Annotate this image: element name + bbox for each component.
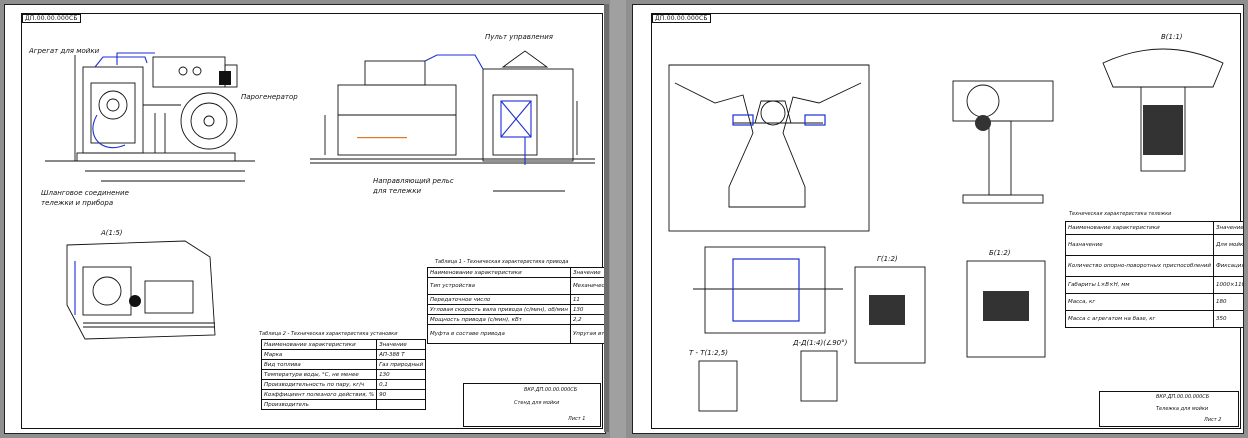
unit-spec-table: Наименование характеристики Значение Марк… xyxy=(260,339,427,410)
title-block-code: ВКР.ДП.00.00.000СБ xyxy=(1156,394,1210,400)
table-cell: Для мойки двигателей ЯМЗ-236 xyxy=(1212,234,1243,256)
table-cell: Коэффициент полезного действия, % xyxy=(260,389,378,400)
table-cell: Передаточное число xyxy=(427,294,571,305)
table-cell: Производительность по пару, кг/ч xyxy=(260,379,378,390)
table1-caption: Таблица 1 - Техническая характеристика п… xyxy=(435,259,569,265)
table-cell: Муфта в составе привода xyxy=(427,324,571,344)
left-window: ДП.00.00.000СБ Агрегат для мойки Пароген… xyxy=(0,0,610,438)
table-cell: Угловая скорость вала привода (с/мин), о… xyxy=(427,304,571,315)
table-cell: Фиксация 4 шт. xyxy=(1212,255,1243,277)
table-header: Значение xyxy=(569,267,605,278)
table-cell: 11 xyxy=(569,294,605,305)
table-cell: 180 xyxy=(1212,293,1243,311)
table-cell: Производитель xyxy=(260,399,378,410)
callout-rail-2: для тележки xyxy=(373,187,421,195)
title-block: ВКР.ДП.00.00.000СБ Тележка для мойки Лис… xyxy=(1099,391,1239,427)
table-cell: Марка xyxy=(260,349,378,360)
table-cell: Упругая втулочно-пальцевая МУВП xyxy=(569,324,605,344)
cart-drawing xyxy=(668,48,1224,412)
title-block: ВКР.ДП.00.00.000СБ Стенд для мойки Лист … xyxy=(463,383,601,427)
title-block-sheet: Лист 2 xyxy=(1204,417,1222,423)
table-cell: Вид топлива xyxy=(260,359,378,370)
right-window: ДП.00.00.000СБ В(1:1) Г(1:2) Б(1:2) Т - … xyxy=(626,0,1248,438)
left-drawing-sheet: ДП.00.00.000СБ Агрегат для мойки Пароген… xyxy=(4,4,606,434)
table-cell: Количество опорно-поворотных приспособле… xyxy=(1065,255,1214,277)
view-d-label: Д-Д(1:4)(∠90°) xyxy=(793,339,848,347)
table-header: Значение xyxy=(1212,221,1243,235)
right-table-caption: Техническая характеристика тележки xyxy=(1069,211,1172,217)
view-b-label: В(1:1) xyxy=(1161,33,1183,41)
view-a-label: А(1:5) xyxy=(101,229,123,237)
callout-hose-2: тележки и прибора xyxy=(41,199,114,207)
view-g-label: Г(1:2) xyxy=(877,255,898,263)
table-cell: 0,1 xyxy=(376,379,427,390)
window-separator xyxy=(610,0,626,438)
table-header: Наименование характеристики xyxy=(1065,221,1214,235)
right-drawing-sheet: ДП.00.00.000СБ В(1:1) Г(1:2) Б(1:2) Т - … xyxy=(632,4,1244,434)
table-cell: 2,2 xyxy=(569,314,605,325)
table-cell xyxy=(376,399,427,410)
title-block-name: Тележка для мойки xyxy=(1156,406,1209,412)
left-scrollbar[interactable] xyxy=(604,4,609,432)
callout-rail: Направляющий рельс xyxy=(373,177,454,185)
title-block-name: Стенд для мойки xyxy=(514,400,560,406)
table-cell: 90 xyxy=(376,389,427,400)
table-header: Наименование характеристики xyxy=(260,339,378,350)
table-cell: Масса с агрегатом на базе, кг xyxy=(1065,310,1214,328)
callout-hose: Шланговое соединение xyxy=(41,189,129,197)
table-header: Наименование характеристики xyxy=(427,267,571,278)
table-cell: Температура воды, °С, не менее xyxy=(260,369,378,380)
title-block-sheet: Лист 1 xyxy=(568,416,586,422)
callout-control-panel: Пульт управления xyxy=(485,33,554,41)
table-cell: Мощность привода (с/мин), кВт xyxy=(427,314,571,325)
table-cell: 350 xyxy=(1212,310,1243,328)
table-cell: Механический привод xyxy=(569,277,605,295)
table-cell: Масса, кг xyxy=(1065,293,1214,311)
table-cell: Назначение xyxy=(1065,234,1214,256)
table-header: Значение xyxy=(376,339,427,350)
table2-caption: Таблица 2 - Техническая характеристика у… xyxy=(259,331,398,337)
drive-spec-table: Наименование характеристики Значение Тип … xyxy=(427,267,605,344)
table-cell: 1000×1100×1236 xyxy=(1212,276,1243,294)
title-block-code: ВКР.ДП.00.00.000СБ xyxy=(524,387,578,393)
view-v-label: Б(1:2) xyxy=(989,249,1011,257)
table-cell: 130 xyxy=(569,304,605,315)
table-cell: 130 xyxy=(376,369,427,380)
table-cell: Газ природный xyxy=(376,359,427,370)
view-t-label: Т - Т(1:2,5) xyxy=(689,349,728,357)
callout-aggregate: Агрегат для мойки xyxy=(29,47,100,55)
table-cell: Габариты L×B×H, мм xyxy=(1065,276,1214,294)
callout-steam-generator: Парогенератор xyxy=(241,93,298,101)
table-cell: АП-388 Т xyxy=(376,349,427,360)
cart-spec-table: Наименование характеристики Значение Назн… xyxy=(1065,221,1243,328)
table-cell: Тип устройства xyxy=(427,277,571,295)
